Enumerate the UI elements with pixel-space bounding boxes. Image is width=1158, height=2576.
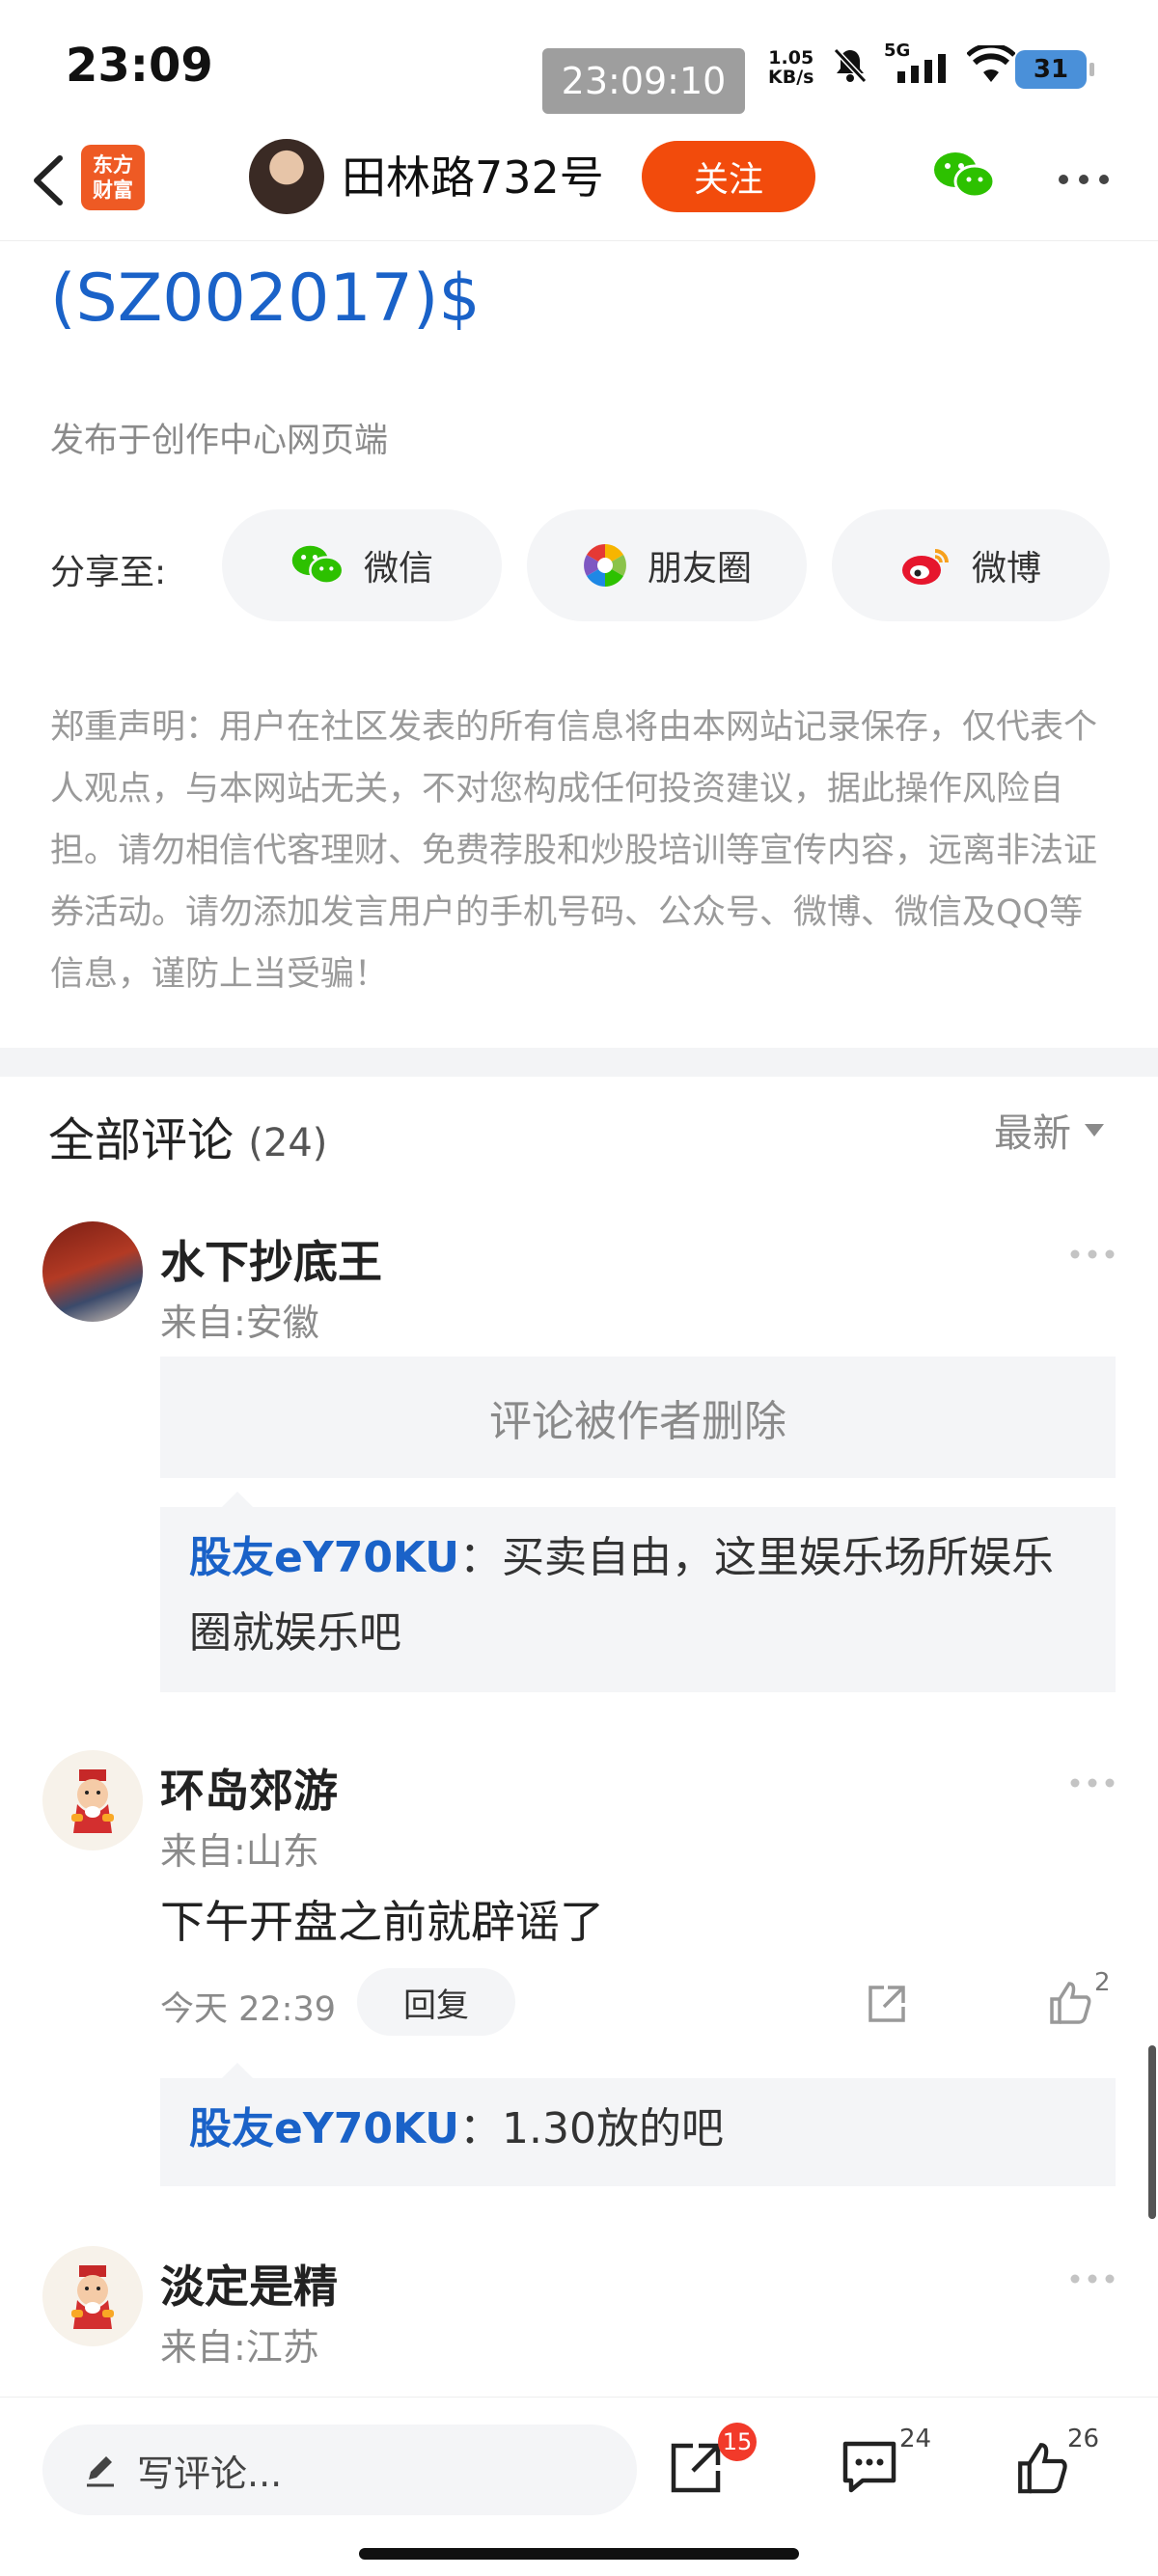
comment-username[interactable]: 环岛郊游 [160, 1756, 338, 1820]
mute-bell-icon [833, 47, 868, 84]
pencil-icon [87, 2456, 114, 2487]
deleted-comment-notice: 评论被作者删除 [160, 1357, 1116, 1478]
stock-tag-link[interactable]: (SZ002017)$ [50, 260, 481, 337]
share-badge: 15 [718, 2423, 757, 2461]
more-dots-icon [1059, 175, 1109, 184]
reply-username[interactable]: 股友eY70KU [189, 1533, 459, 1582]
moments-icon [584, 544, 626, 587]
published-from: 发布于创作中心网页端 [50, 422, 389, 460]
more-options-button[interactable] [1057, 172, 1111, 190]
like-count: 2 [1094, 1968, 1111, 1997]
battery-indicator: 31 [1015, 50, 1094, 89]
share-icon [671, 2443, 721, 2493]
comment-avatar[interactable] [42, 1221, 143, 1322]
write-comment-input[interactable]: 写评论... [42, 2425, 637, 2515]
home-indicator[interactable] [359, 2548, 799, 2560]
sort-label: 最新 [994, 1111, 1071, 1156]
comment-location: 来自:山东 [160, 1830, 319, 1873]
reply-button[interactable]: 回复 [357, 1968, 515, 2036]
net-speed: 1.05 KB/s [768, 48, 813, 87]
author-avatar[interactable] [249, 139, 324, 214]
disclaimer-text: 郑重声明：用户在社区发表的所有信息将由本网站记录保存，仅代表个人观点，与本网站无… [50, 708, 1098, 994]
comments-title: 全部评论 [48, 1113, 234, 1167]
dropdown-triangle-icon [1085, 1123, 1104, 1137]
share-weibo-button[interactable]: 微博 [832, 509, 1110, 621]
like-count: 26 [1067, 2425, 1100, 2453]
share-comment-icon[interactable] [865, 1982, 909, 2026]
like-post-button[interactable]: 26 [1013, 2425, 1119, 2511]
comment-location: 来自:安徽 [160, 1302, 319, 1344]
reply-username[interactable]: 股友eY70KU [189, 2104, 459, 2153]
share-label: 分享至: [50, 553, 167, 592]
clock-overlay: 23:09:10 [542, 48, 745, 114]
comment-more-icon[interactable] [1069, 1248, 1116, 1260]
follow-button[interactable]: 关注 [642, 141, 815, 212]
share-weibo-label: 微博 [971, 549, 1041, 589]
reply-text: ：1.30放的吧 [458, 2104, 724, 2153]
comment-more-icon[interactable] [1069, 2273, 1116, 2285]
thumbs-up-icon [1050, 1982, 1091, 2024]
comment-reply[interactable]: 股友eY70KU：1.30放的吧 [160, 2063, 1116, 2186]
author-name[interactable]: 田林路732号 [342, 143, 604, 206]
comment-text: 下午开盘之前就辟谣了 [160, 1896, 604, 1948]
comment-more-icon[interactable] [1069, 1777, 1116, 1789]
comment-username[interactable]: 淡定是精 [160, 2252, 338, 2316]
weibo-icon [901, 549, 949, 585]
status-bar: 23:09 23:09:10 1.05 KB/s 5G 31 [0, 0, 1158, 125]
comment-count: 24 [899, 2425, 932, 2453]
share-moments-label: 朋友圈 [647, 549, 752, 589]
write-comment-placeholder: 写评论... [137, 2452, 283, 2495]
comment-reply[interactable]: 股友eY70KU：买卖自由，这里娱乐场所娱乐圈就娱乐吧 [160, 1492, 1116, 1692]
app-logo[interactable]: 东方 财富 [81, 145, 145, 210]
status-icons: 5G [830, 41, 1015, 85]
wifi-icon [967, 45, 1015, 82]
like-button[interactable]: 2 [1046, 1968, 1123, 2026]
share-wechat-button[interactable]: 微信 [222, 509, 502, 621]
comment-location: 来自:江苏 [160, 2326, 319, 2369]
sort-dropdown[interactable]: 最新 [994, 1102, 1104, 1158]
cellular-signal-icon: 5G [884, 41, 953, 85]
share-post-button[interactable]: 15 [668, 2423, 757, 2511]
share-moments-button[interactable]: 朋友圈 [527, 509, 807, 621]
comments-button[interactable]: 24 [840, 2425, 946, 2511]
comments-heading: 全部评论 (24) [48, 1102, 327, 1169]
back-button[interactable] [21, 147, 79, 214]
back-arrow-icon [34, 155, 63, 206]
scrollbar-thumb[interactable] [1148, 2045, 1156, 2219]
top-nav: 东方 财富 田林路732号 关注 [0, 125, 1158, 241]
comment-username[interactable]: 水下抄底王 [160, 1227, 382, 1291]
comments-count: (24) [248, 1121, 328, 1165]
fortune-god-avatar-icon [71, 1769, 114, 1833]
comment-avatar[interactable] [42, 1750, 143, 1850]
wechat-icon [934, 152, 996, 199]
logo-line-2: 财富 [93, 178, 133, 202]
comment-bubble-icon [842, 2441, 896, 2493]
comment-avatar[interactable] [42, 2246, 143, 2346]
comment-time: 今天 22:39 [160, 1990, 336, 2029]
wechat-share-button[interactable] [932, 151, 996, 205]
status-time: 23:09 [66, 39, 213, 93]
wechat-icon [291, 545, 345, 585]
net-speed-unit: KB/s [768, 67, 814, 88]
share-wechat-label: 微信 [363, 549, 433, 589]
bottom-action-bar: 写评论... 15 24 26 [0, 2397, 1158, 2576]
thumbs-up-icon [1018, 2443, 1067, 2494]
logo-line-1: 东方 [93, 153, 133, 177]
net-speed-value: 1.05 [768, 47, 814, 69]
section-divider [0, 1048, 1158, 1077]
fortune-god-avatar-icon [71, 2265, 114, 2329]
